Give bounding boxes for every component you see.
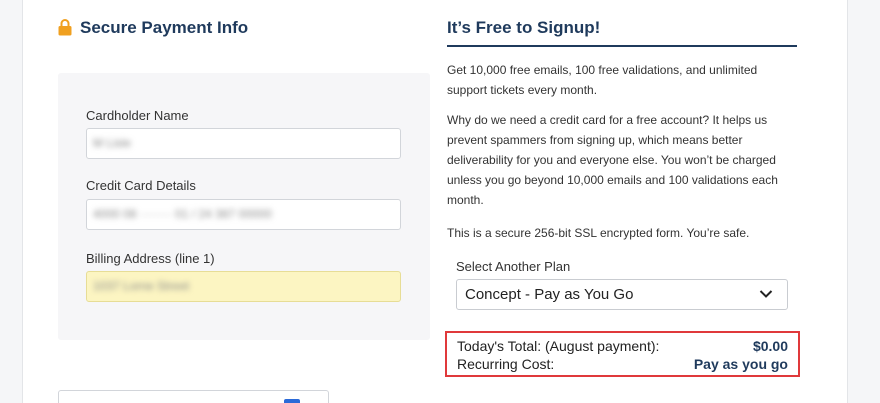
plan-select-value: Concept - Pay as You Go [465,286,634,303]
free-signup-title: It’s Free to Signup! [447,18,601,37]
chevron-down-icon [759,290,773,298]
credit-card-label: Credit Card Details [86,178,196,193]
credit-card-value: 4000 08 ········ 01 / 24 387 00000 [93,207,272,221]
card-brand-icon [284,399,300,403]
billing-address-label: Billing Address (line 1) [86,251,215,266]
lock-icon [58,19,72,36]
credit-card-reason-paragraph: Why do we need a credit card for a free … [447,113,778,207]
free-offer-paragraph: Get 10,000 free emails, 100 free validat… [447,63,758,97]
billing-address-value: 1037 Lorne Street [93,279,190,293]
credit-card-input[interactable]: 4000 08 ········ 01 / 24 387 00000 [86,199,401,230]
cardholder-name-label: Cardholder Name [86,108,189,123]
bottom-card-element[interactable] [58,390,329,403]
secure-payment-title: Secure Payment Info [80,18,249,37]
select-plan-label: Select Another Plan [456,259,571,274]
order-total-box: Today's Total: (August payment): $0.00 R… [445,331,800,377]
todays-total-label: Today's Total: (August payment): [457,338,660,354]
ssl-notice-paragraph: This is a secure 256-bit SSL encrypted f… [447,226,750,240]
todays-total-row: Today's Total: (August payment): $0.00 [457,338,788,354]
recurring-cost-value: Pay as you go [693,356,788,372]
cardholder-name-value: M Lisle [93,136,132,150]
recurring-cost-label: Recurring Cost: [457,356,555,372]
title-divider [447,45,797,47]
todays-total-value: $0.00 [752,338,788,354]
cardholder-name-input[interactable]: M Lisle [86,128,401,159]
billing-address-input[interactable]: 1037 Lorne Street [86,271,401,302]
recurring-cost-row: Recurring Cost: Pay as you go [457,356,788,372]
plan-select[interactable]: Concept - Pay as You Go [456,279,788,310]
